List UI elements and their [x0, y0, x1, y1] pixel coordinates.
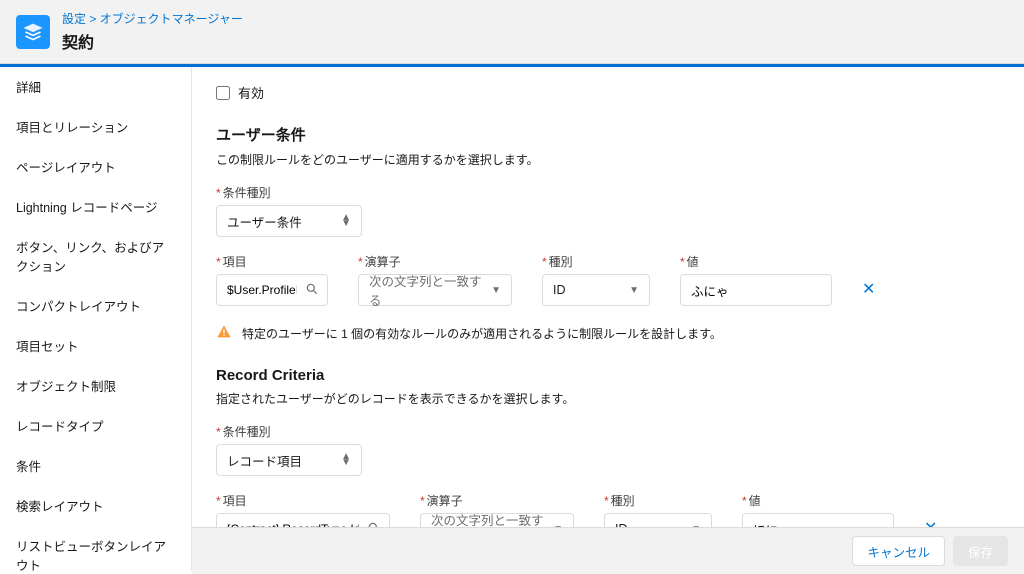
user-value-label: 値 — [680, 253, 832, 270]
user-field-input[interactable] — [217, 283, 297, 297]
user-cond-type-select[interactable]: ユーザー条件 ▲▼ — [216, 205, 362, 237]
delete-row-icon[interactable]: ✕ — [862, 279, 875, 299]
record-cond-type-value: レコード項目 — [227, 451, 302, 470]
sidebar-item[interactable]: ページレイアウト — [0, 147, 191, 187]
record-field-label: 項目 — [216, 492, 390, 509]
breadcrumb[interactable]: 設定 > オブジェクトマネージャー — [62, 10, 243, 27]
page-title: 契約 — [62, 29, 243, 53]
user-cond-type-label: 条件種別 — [216, 184, 1000, 201]
record-value-label: 値 — [742, 492, 894, 509]
user-type-value: ID — [553, 283, 566, 297]
user-operator-select[interactable]: 次の文字列と一致する ▼ — [358, 274, 512, 306]
enabled-checkbox[interactable] — [216, 86, 230, 100]
save-button: 保存 — [953, 536, 1008, 566]
sidebar: 詳細項目とリレーションページレイアウトLightning レコードページボタン、… — [0, 67, 192, 571]
record-cond-type-label: 条件種別 — [216, 423, 1000, 440]
user-field-label: 項目 — [216, 253, 328, 270]
page-header: 設定 > オブジェクトマネージャー 契約 — [0, 0, 1024, 64]
sidebar-item[interactable]: Lightning レコードページ — [0, 187, 191, 227]
sidebar-item[interactable]: 項目とリレーション — [0, 107, 191, 147]
sidebar-item[interactable]: コンパクトレイアウト — [0, 286, 191, 326]
sidebar-item[interactable]: ボタン、リンク、およびアクション — [0, 227, 191, 286]
user-operator-label: 演算子 — [358, 253, 512, 270]
record-operator-label: 演算子 — [420, 492, 574, 509]
user-type-label: 種別 — [542, 253, 650, 270]
object-icon — [16, 15, 50, 49]
cancel-button[interactable]: キャンセル — [852, 536, 945, 566]
sidebar-item[interactable]: リストビューボタンレイアウト — [0, 526, 191, 571]
record-cond-type-select[interactable]: レコード項目 ▲▼ — [216, 444, 362, 476]
sidebar-item[interactable]: 詳細 — [0, 67, 191, 107]
sidebar-item[interactable]: 項目セット — [0, 326, 191, 366]
user-value-input[interactable] — [680, 274, 832, 306]
main-content: 有効 ユーザー条件 この制限ルールをどのユーザーに適用するかを選択します。 条件… — [192, 67, 1024, 571]
user-type-select[interactable]: ID ▼ — [542, 274, 650, 306]
user-criteria-desc: この制限ルールをどのユーザーに適用するかを選択します。 — [216, 151, 1000, 168]
record-type-label: 種別 — [604, 492, 712, 509]
caret-down-icon: ▼ — [629, 285, 639, 296]
user-criteria-title: ユーザー条件 — [216, 124, 1000, 145]
sidebar-item[interactable]: オブジェクト制限 — [0, 366, 191, 406]
record-criteria-desc: 指定されたユーザーがどのレコードを表示できるかを選択します。 — [216, 390, 1000, 407]
sidebar-item[interactable]: 検索レイアウト — [0, 486, 191, 526]
user-cond-type-value: ユーザー条件 — [227, 212, 302, 231]
user-operator-value: 次の文字列と一致する — [369, 271, 491, 309]
footer-bar: キャンセル 保存 — [192, 527, 1024, 574]
sidebar-item[interactable]: レコードタイプ — [0, 406, 191, 446]
record-criteria-title: Record Criteria — [216, 367, 1000, 384]
warning-text: 特定のユーザーに 1 個の有効なルールのみが適用されるように制限ルールを設計しま… — [242, 325, 722, 342]
user-field-lookup[interactable] — [216, 274, 328, 306]
warning-row: 特定のユーザーに 1 個の有効なルールのみが適用されるように制限ルールを設計しま… — [216, 324, 1000, 343]
updown-icon: ▲▼ — [341, 454, 351, 466]
enabled-label: 有効 — [238, 83, 264, 102]
sidebar-item[interactable]: 条件 — [0, 446, 191, 486]
updown-icon: ▲▼ — [341, 215, 351, 227]
search-icon[interactable] — [297, 282, 327, 299]
warning-icon — [216, 324, 232, 343]
caret-down-icon: ▼ — [491, 285, 501, 296]
